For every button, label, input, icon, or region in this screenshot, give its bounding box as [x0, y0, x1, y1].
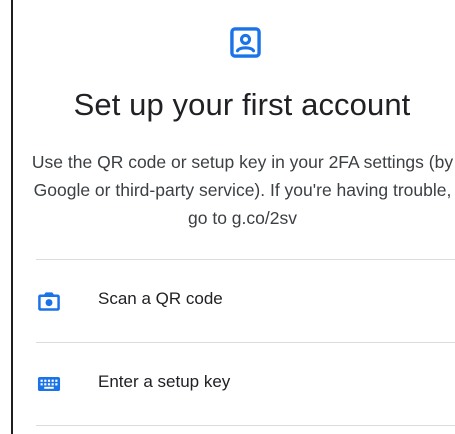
page-title: Set up your first account [73, 87, 411, 122]
camera-icon [38, 292, 60, 311]
scan-qr-code-option[interactable]: Scan a QR code [24, 260, 455, 342]
enter-setup-key-label: Enter a setup key [98, 372, 231, 391]
account-box-icon [230, 27, 261, 58]
keyboard-icon [37, 376, 61, 392]
window-frame-edge [11, 0, 13, 434]
enter-setup-key-option[interactable]: Enter a setup key [24, 343, 455, 425]
divider [36, 425, 455, 426]
scan-qr-code-label: Scan a QR code [98, 289, 223, 308]
setup-description: Use the QR code or setup key in your 2FA… [31, 152, 454, 228]
